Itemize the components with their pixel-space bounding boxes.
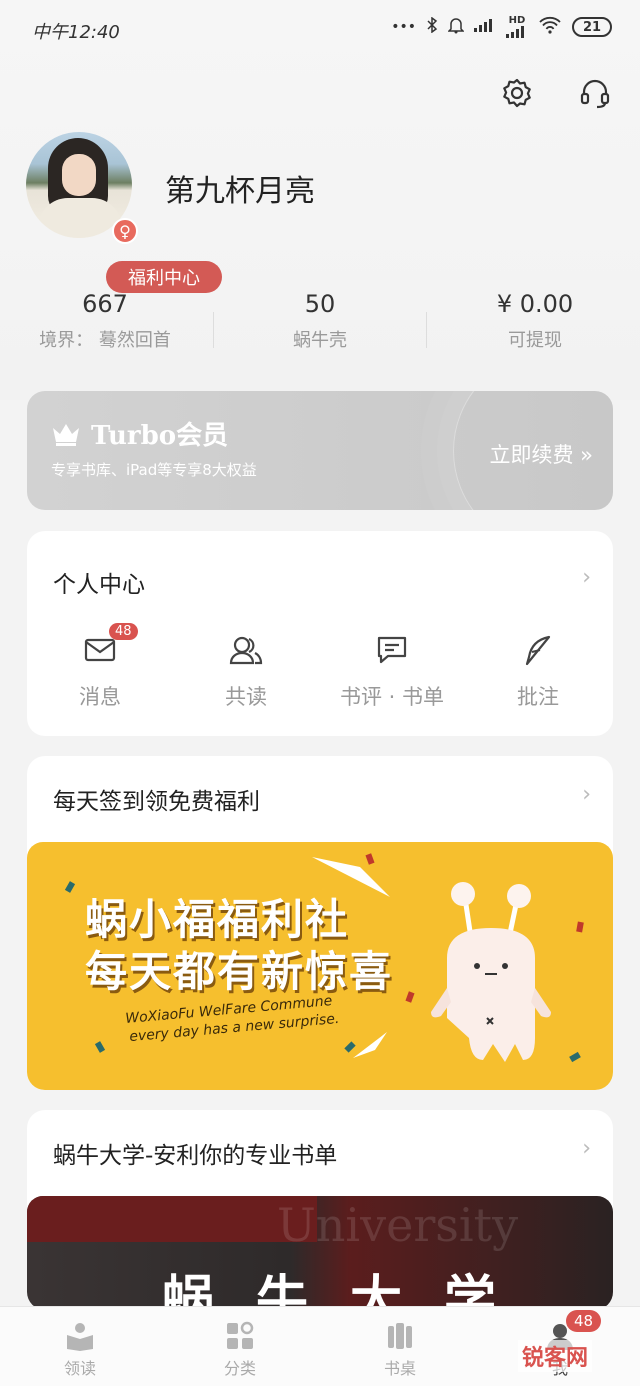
tab-lingdu[interactable]: 领读 [40,1319,120,1379]
status-bar: 中午12:40 ••• HD 21 [0,0,640,62]
me-badge: 48 [566,1310,602,1332]
stat-level[interactable]: 667 境界： 蓦然回首 [20,290,190,352]
settings-button[interactable] [500,76,534,110]
tab-label: 分类 [223,1359,256,1378]
stat-value: 50 [304,290,336,318]
chevron-right-icon[interactable]: › [582,565,591,590]
personal-center-items: 48 消息 共读 书评 · 书单 批注 [27,623,613,721]
tab-category[interactable]: 分类 [200,1319,280,1379]
personal-item-reviews[interactable]: 书评 · 书单 [319,631,465,711]
status-time: 中午12:40 [32,22,120,43]
avatar-face [62,154,96,196]
signal-icon [474,18,496,36]
turbo-subtitle: 专享书库、iPad等专享8大权益 [51,461,257,479]
paper-plane-icon [353,1032,387,1058]
comment-icon [377,636,407,664]
stat-value: 667 [82,290,128,318]
tab-label: 书桌 [383,1359,416,1378]
stat-label: 蜗牛壳 [293,330,347,351]
turbo-title: Turbo会员 [51,415,228,452]
university-title[interactable]: 蜗牛大学-安利你的专业书单 [53,1136,337,1170]
personal-item-label: 消息 [79,685,121,709]
turbo-membership-card[interactable]: Turbo会员 专享书库、iPad等专享8大权益 立即续费 » [27,391,613,510]
status-icons: ••• HD 21 [391,16,612,38]
bookshelf-icon [388,1323,412,1349]
quill-icon [525,635,551,666]
signin-title[interactable]: 每天签到领免费福利 [53,782,260,816]
chevron-right-icon[interactable]: › [582,1136,591,1161]
banner-red-band [27,1196,317,1242]
top-actions [500,76,612,110]
customer-service-button[interactable] [578,76,612,110]
university-card: 蜗牛大学-安利你的专业书单 › University 蜗牛大学 [27,1110,613,1310]
divider [213,312,214,348]
university-banner[interactable]: University 蜗牛大学 [27,1196,613,1310]
university-banner-text: 蜗牛大学 [162,1271,539,1310]
snail-mascot-icon [431,882,551,1062]
headset-icon [580,79,610,109]
stat-withdrawable[interactable]: ¥ 0.00 可提现 [455,290,615,352]
confetti [569,1051,581,1063]
hd-label: HD [508,15,526,26]
category-icon [227,1321,254,1349]
confetti [94,1041,106,1053]
banner-watermark: University [277,1198,519,1252]
stats-row: 667 境界： 蓦然回首 50 蜗牛壳 ¥ 0.00 可提现 [0,290,640,360]
gear-icon [503,78,531,108]
female-icon: ♀ [112,218,138,244]
personal-item-messages[interactable]: 48 消息 [27,623,173,711]
book-read-icon [67,1323,93,1351]
banner-headline-2: 每天都有新惊喜 [85,947,394,996]
tab-bookshelf[interactable]: 书桌 [360,1319,440,1379]
site-watermark: 锐客网 [518,1340,593,1372]
tab-label: 领读 [63,1359,96,1378]
confetti [64,881,76,893]
wifi-icon [538,16,562,38]
turbo-title-text: Turbo会员 [91,421,229,451]
stat-label: 境界： 蓦然回首 [39,330,171,351]
personal-item-label: 共读 [225,685,267,709]
welfare-banner[interactable]: 蜗小福福利社 每天都有新惊喜 WoXiaoFu WelFare Commune … [27,842,613,1090]
messages-badge: 48 [109,623,138,640]
stat-shells[interactable]: 50 蜗牛壳 [240,290,400,352]
personal-item-coread[interactable]: 共读 [173,631,319,711]
personal-item-label: 批注 [517,685,559,709]
bell-icon [447,16,465,38]
personal-item-label: 书评 · 书单 [339,685,445,709]
renew-button[interactable]: 立即续费 » [489,439,593,469]
divider [426,312,427,348]
signin-card: 每天签到领免费福利 › 蜗小福福利社 每天都有新惊喜 WoXiaoFu WelF… [27,756,613,1090]
battery-icon: 21 [572,17,612,37]
personal-item-annotations[interactable]: 批注 [465,631,611,711]
username[interactable]: 第九杯月亮 [165,166,315,210]
stat-value: ¥ 0.00 [496,290,574,318]
hd-signal-icon: HD [506,16,528,38]
chevron-right-icon[interactable]: › [582,782,591,807]
crown-icon [53,423,79,446]
confetti [405,991,415,1003]
avatar-shirt [38,198,122,238]
mail-icon [84,638,116,662]
confetti [576,921,584,933]
people-icon [229,636,263,665]
personal-center-card: 个人中心 › 48 消息 共读 书评 · 书单 批注 [27,531,613,736]
bluetooth-icon [426,16,438,37]
welfare-center-badge[interactable]: 福利中心 [106,261,222,293]
personal-center-title[interactable]: 个人中心 [53,565,145,599]
stat-label: 可提现 [508,330,562,351]
more-dots: ••• [391,19,416,35]
